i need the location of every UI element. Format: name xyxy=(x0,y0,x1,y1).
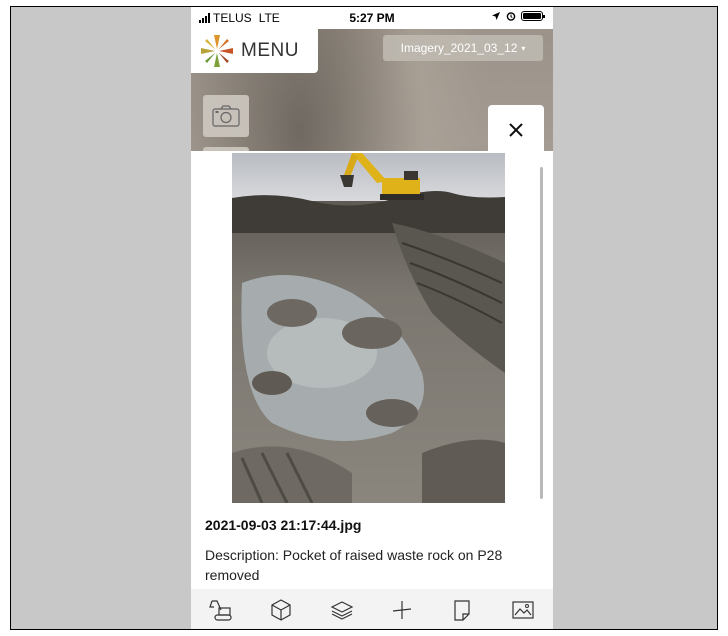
site-photo[interactable] xyxy=(232,153,505,503)
imagery-select[interactable]: Imagery_2021_03_12 ▾ xyxy=(383,35,543,61)
site-photo-image xyxy=(232,153,505,503)
camera-button[interactable] xyxy=(203,95,249,137)
status-right xyxy=(491,11,545,21)
close-icon xyxy=(509,123,523,137)
bottom-toolbar xyxy=(191,589,553,629)
note-icon xyxy=(454,600,471,621)
screenshot-frame: TELUS LTE 5:27 PM MENU Imagery_2021_03_1… xyxy=(10,6,718,630)
menu-label: MENU xyxy=(241,40,299,61)
location-arrow-icon xyxy=(492,12,500,20)
camera-icon xyxy=(212,105,240,127)
photo-description: Description: Pocket of raised waste rock… xyxy=(205,547,503,583)
3d-model-button[interactable] xyxy=(263,592,299,628)
imagery-button[interactable] xyxy=(505,592,541,628)
phone-screen: TELUS LTE 5:27 PM MENU Imagery_2021_03_1… xyxy=(191,7,553,629)
measure-icon xyxy=(393,601,412,619)
excavator-icon xyxy=(209,600,232,621)
panel-scrollbar[interactable] xyxy=(540,167,543,499)
layers-icon xyxy=(330,601,354,620)
status-bar: TELUS LTE 5:27 PM xyxy=(191,7,553,29)
measure-button[interactable] xyxy=(384,592,420,628)
chevron-down-icon: ▾ xyxy=(521,43,526,53)
layers-button[interactable] xyxy=(324,592,360,628)
menu-button[interactable]: MENU xyxy=(191,29,318,73)
image-icon xyxy=(512,601,534,619)
photo-filename: 2021-09-03 21:17:44.jpg xyxy=(205,517,362,533)
alarm-icon xyxy=(506,12,516,21)
cube-icon xyxy=(271,599,292,621)
notes-button[interactable] xyxy=(444,592,480,628)
close-button[interactable] xyxy=(488,105,544,155)
battery-icon xyxy=(521,11,545,21)
excavator-button[interactable] xyxy=(203,592,239,628)
imagery-select-value: Imagery_2021_03_12 xyxy=(400,41,518,55)
logo-icon xyxy=(201,35,233,67)
